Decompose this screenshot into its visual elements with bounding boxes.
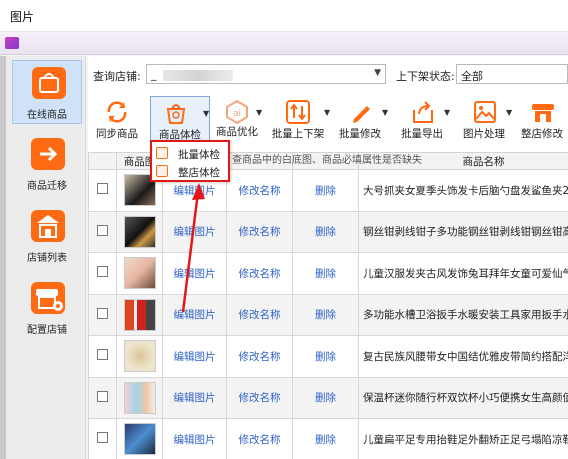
app-window: 图片 在线商品 商品迁移 店铺列表 配置店铺 查询店铺: _ ▼ 上下架状态: … — [0, 0, 568, 459]
annotation-arrow — [181, 183, 205, 313]
